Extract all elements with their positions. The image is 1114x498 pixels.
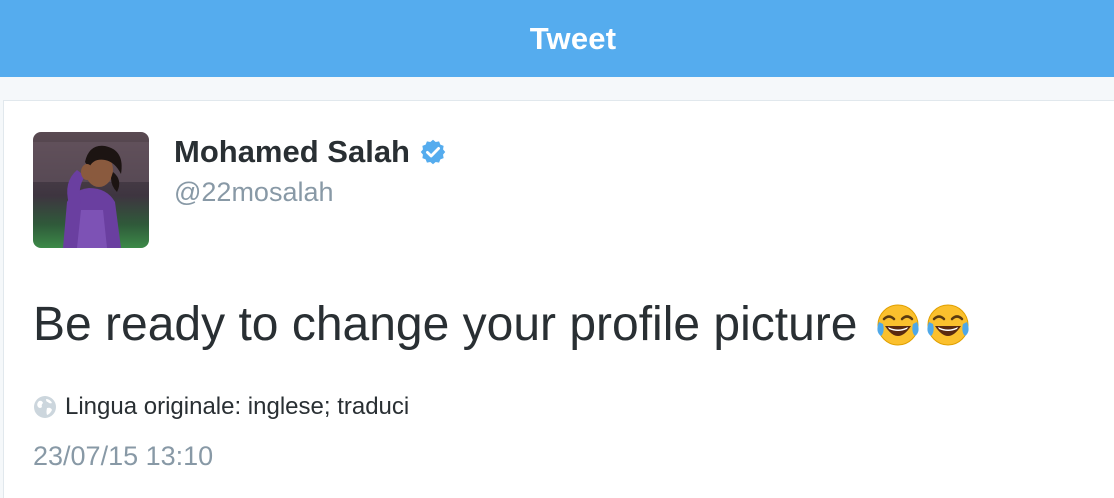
avatar[interactable]	[33, 132, 149, 248]
header-title: Tweet	[529, 20, 617, 56]
author-handle[interactable]: @22mosalah	[174, 177, 334, 208]
tweet-text: Be ready to change your profile picture	[33, 297, 971, 352]
top-header-bar: Tweet	[0, 0, 1114, 77]
face-with-tears-of-joy-icon	[875, 302, 921, 348]
verified-badge-icon	[419, 138, 447, 166]
author-name-row[interactable]: Mohamed Salah	[174, 132, 447, 172]
tweet-text-content: Be ready to change your profile picture	[33, 298, 858, 351]
face-with-tears-of-joy-icon	[925, 302, 971, 348]
translate-label[interactable]: Lingua originale: inglese; traduci	[65, 393, 409, 421]
avatar-image	[33, 132, 149, 248]
tweet-timestamp[interactable]: 23/07/15 13:10	[33, 441, 213, 472]
tweet-card: Mohamed Salah @22mosalah Be ready to cha…	[3, 100, 1114, 498]
globe-icon	[33, 395, 57, 419]
author-name[interactable]: Mohamed Salah	[174, 134, 410, 170]
translate-link[interactable]: Lingua originale: inglese; traduci	[33, 393, 409, 421]
